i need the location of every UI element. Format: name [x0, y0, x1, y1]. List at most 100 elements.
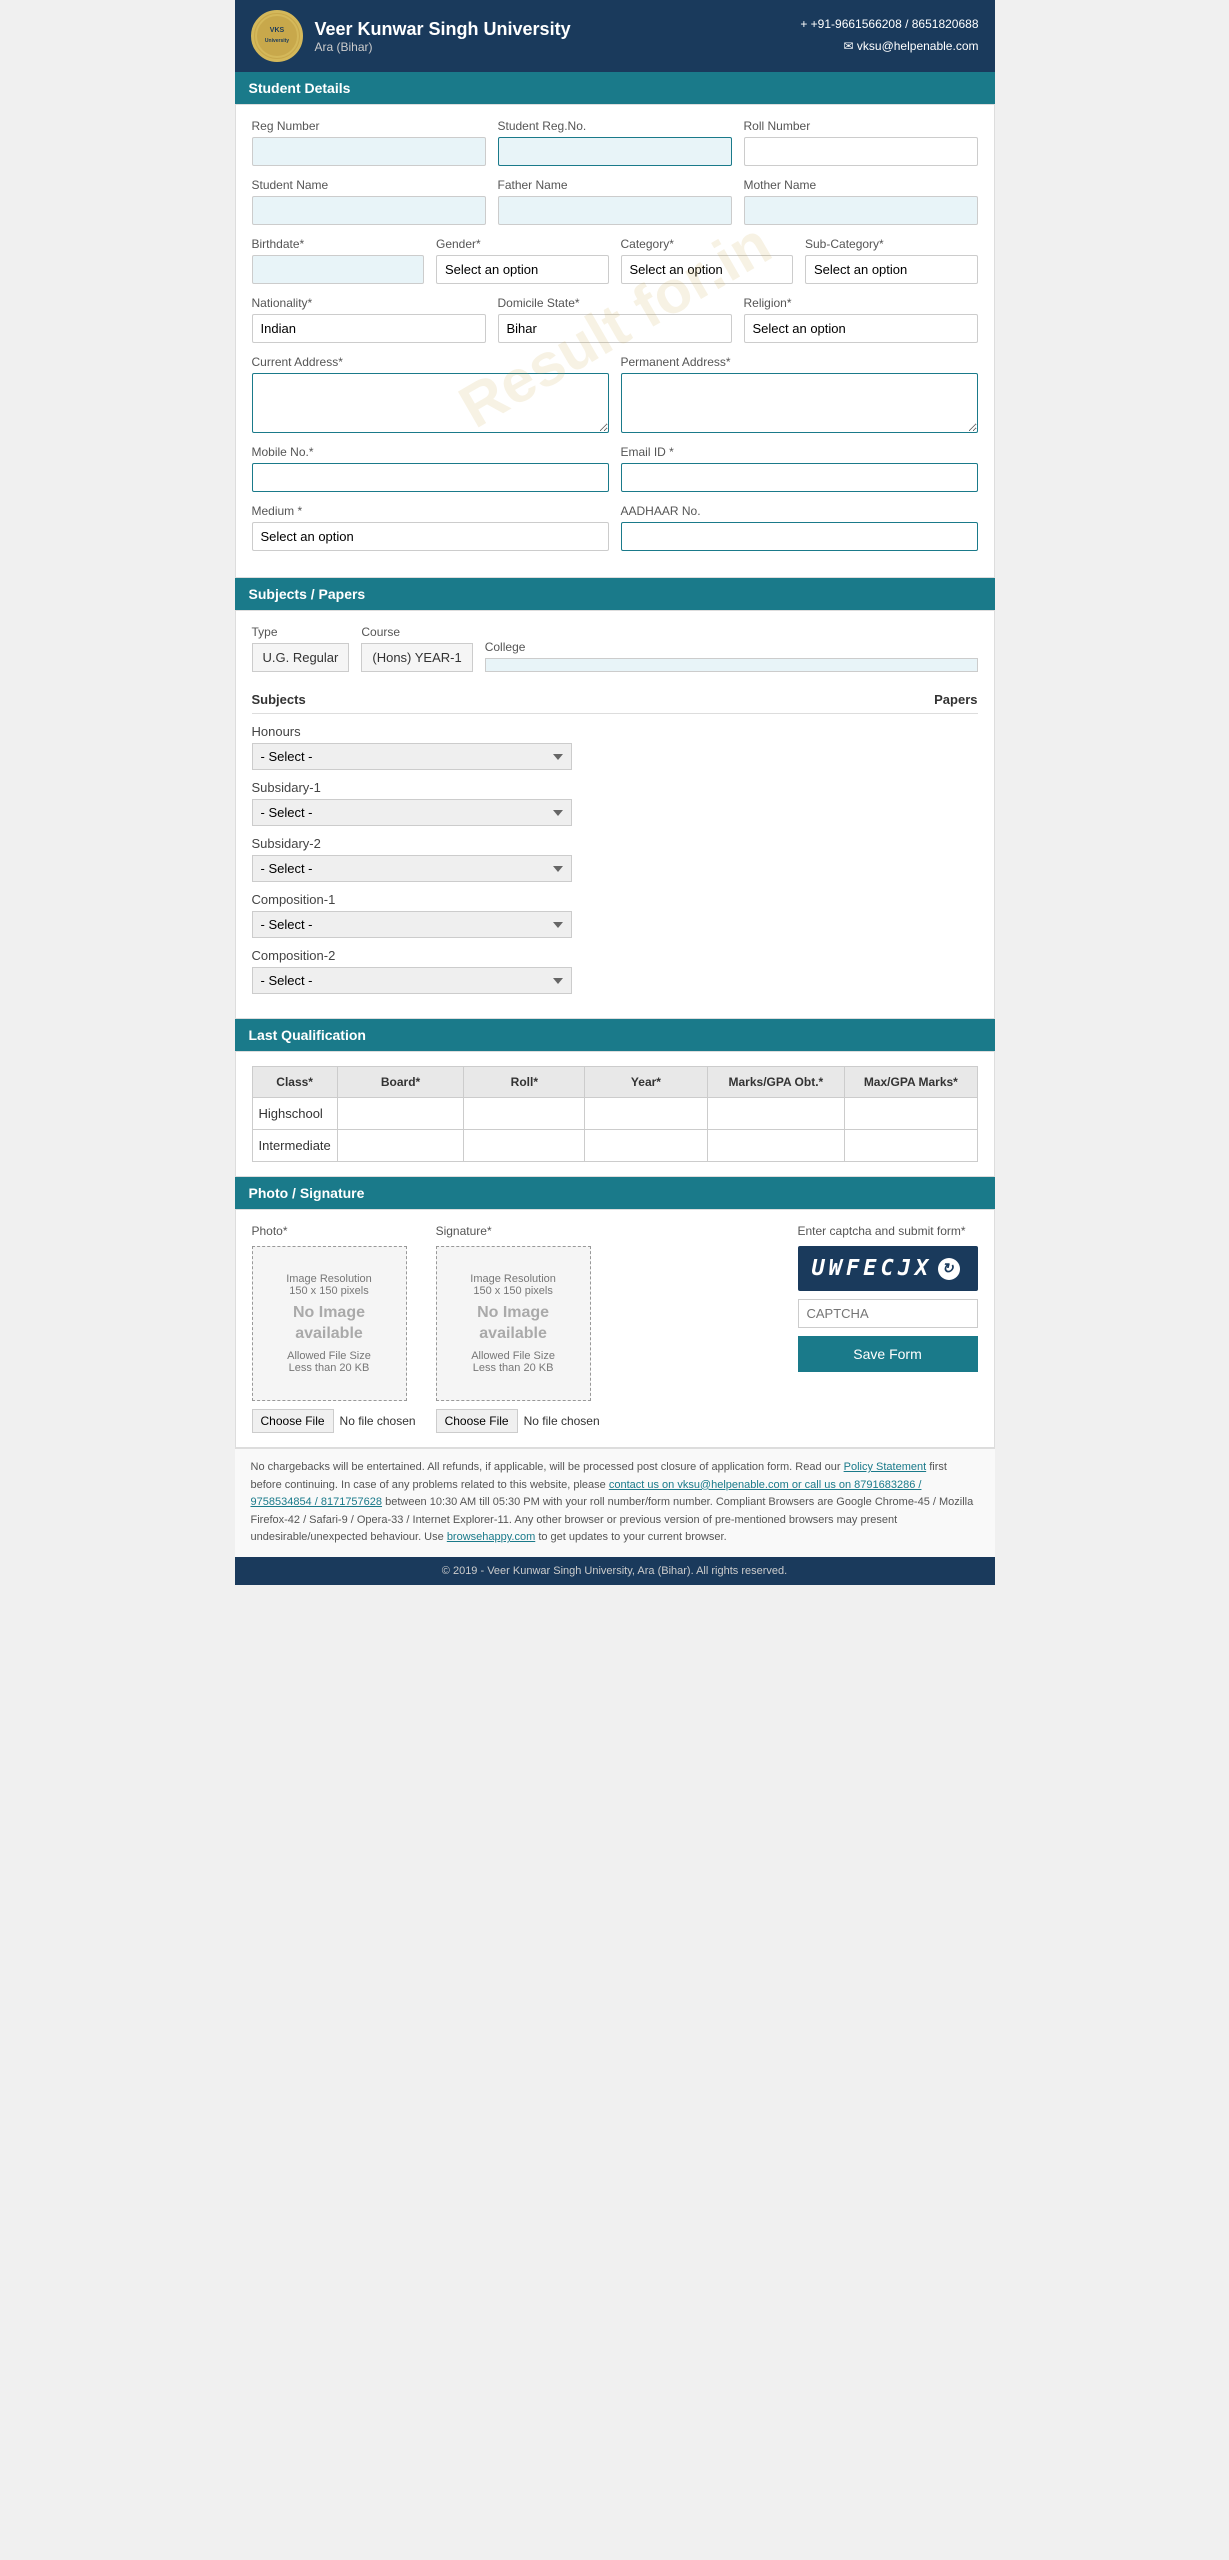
qualification-header: Last Qualification	[235, 1019, 995, 1051]
honours-select[interactable]: - Select -	[252, 743, 572, 770]
subcategory-select[interactable]: Select an option	[805, 255, 978, 284]
student-details-header: Student Details	[235, 72, 995, 104]
domicile-label: Domicile State*	[498, 296, 732, 310]
current-address-label: Current Address*	[252, 355, 609, 369]
university-logo: VKS University	[251, 10, 303, 62]
category-select[interactable]: Select an option General OBC SC ST	[621, 255, 794, 284]
reg-number-input[interactable]	[252, 137, 486, 166]
university-location: Ara (Bihar)	[315, 40, 571, 54]
highschool-max-marks[interactable]	[851, 1104, 970, 1123]
save-form-button[interactable]: Save Form	[798, 1336, 978, 1372]
medium-select[interactable]: Select an option Hindi English	[252, 522, 609, 551]
father-name-input[interactable]	[498, 196, 732, 225]
signature-no-file-text: No file chosen	[524, 1414, 600, 1428]
roll-number-input[interactable]	[744, 137, 978, 166]
photo-label: Photo*	[252, 1224, 416, 1238]
highschool-board[interactable]	[344, 1104, 458, 1123]
nationality-label: Nationality*	[252, 296, 486, 310]
permanent-address-input[interactable]	[621, 373, 978, 433]
email-input[interactable]	[621, 463, 978, 492]
footer-note: No chargebacks will be entertained. All …	[235, 1448, 995, 1557]
religion-select[interactable]: Select an option Hindu Muslim Christian …	[744, 314, 978, 343]
type-label: Type	[252, 625, 350, 639]
subjects-header: Subjects / Papers	[235, 578, 995, 610]
intermediate-marks[interactable]	[714, 1136, 839, 1155]
intermediate-roll[interactable]	[470, 1136, 578, 1155]
class-highschool: Highschool	[252, 1098, 337, 1130]
student-reg-input[interactable]	[498, 137, 732, 166]
subject-row-subsidary1: Subsidary-1 - Select -	[252, 780, 978, 826]
col-marks: Marks/GPA Obt.*	[707, 1067, 845, 1098]
qualification-table: Class* Board* Roll* Year* Marks/GPA Obt.…	[252, 1066, 978, 1162]
nationality-select[interactable]: Indian	[252, 314, 486, 343]
medium-label: Medium *	[252, 504, 609, 518]
svg-text:VKS: VKS	[269, 27, 284, 34]
composition1-select[interactable]: - Select -	[252, 911, 572, 938]
col-max-marks: Max/GPA Marks*	[845, 1067, 977, 1098]
university-info: Veer Kunwar Singh University Ara (Bihar)	[315, 19, 571, 54]
captcha-label: Enter captcha and submit form*	[798, 1224, 978, 1238]
policy-statement-link[interactable]: Policy Statement	[844, 1461, 927, 1473]
class-intermediate: Intermediate	[252, 1130, 337, 1162]
subsidary1-select[interactable]: - Select -	[252, 799, 572, 826]
highschool-marks[interactable]	[714, 1104, 839, 1123]
captcha-text: UWFECJX	[812, 1256, 933, 1281]
university-name: Veer Kunwar Singh University	[315, 19, 571, 40]
header-contact: + +91-9661566208 / 8651820688 ✉ vksu@hel…	[800, 14, 978, 57]
email-label: Email ID *	[621, 445, 978, 459]
permanent-address-label: Permanent Address*	[621, 355, 978, 369]
birthdate-label: Birthdate*	[252, 237, 425, 251]
subject-row-honours: Honours - Select -	[252, 724, 978, 770]
gender-label: Gender*	[436, 237, 609, 251]
highschool-roll[interactable]	[470, 1104, 578, 1123]
aadhaar-input[interactable]	[621, 522, 978, 551]
browsehappy-link[interactable]: browsehappy.com	[447, 1531, 535, 1543]
father-name-label: Father Name	[498, 178, 732, 192]
mother-name-label: Mother Name	[744, 178, 978, 192]
photo-no-file-text: No file chosen	[340, 1414, 416, 1428]
composition2-select[interactable]: - Select -	[252, 967, 572, 994]
col-year: Year*	[585, 1067, 707, 1098]
captcha-input[interactable]	[798, 1299, 978, 1328]
course-label: Course	[361, 625, 472, 639]
intermediate-year[interactable]	[591, 1136, 700, 1155]
college-value	[485, 658, 978, 672]
svg-text:University: University	[264, 38, 288, 44]
papers-col-header: Papers	[934, 692, 977, 707]
gender-select[interactable]: Select an option Male Female Other	[436, 255, 609, 284]
current-address-input[interactable]	[252, 373, 609, 433]
photo-signature-header: Photo / Signature	[235, 1177, 995, 1209]
mother-name-input[interactable]	[744, 196, 978, 225]
subject-row-subsidary2: Subsidary-2 - Select -	[252, 836, 978, 882]
subsidary2-select[interactable]: - Select -	[252, 855, 572, 882]
religion-label: Religion*	[744, 296, 978, 310]
student-name-input[interactable]	[252, 196, 486, 225]
table-row: Highschool	[252, 1098, 977, 1130]
reg-number-label: Reg Number	[252, 119, 486, 133]
email-address: ✉ vksu@helpenable.com	[800, 36, 978, 58]
aadhaar-label: AADHAAR No.	[621, 504, 978, 518]
subject-row-composition1: Composition-1 - Select -	[252, 892, 978, 938]
captcha-image: UWFECJX ↻	[798, 1246, 978, 1291]
photo-choose-file-button[interactable]: Choose File	[252, 1409, 334, 1433]
phone-number: + +91-9661566208 / 8651820688	[800, 14, 978, 36]
highschool-year[interactable]	[591, 1104, 700, 1123]
college-label: College	[485, 640, 978, 654]
roll-number-label: Roll Number	[744, 119, 978, 133]
category-label: Category*	[621, 237, 794, 251]
mobile-input[interactable]	[252, 463, 609, 492]
contact-link[interactable]: contact us on vksu@helpenable.com or cal…	[251, 1479, 922, 1509]
domicile-select[interactable]: Bihar	[498, 314, 732, 343]
intermediate-max-marks[interactable]	[851, 1136, 970, 1155]
footer-copyright: © 2019 - Veer Kunwar Singh University, A…	[235, 1557, 995, 1585]
signature-choose-file-button[interactable]: Choose File	[436, 1409, 518, 1433]
header-left: VKS University Veer Kunwar Singh Univers…	[251, 10, 571, 62]
student-name-label: Student Name	[252, 178, 486, 192]
col-roll: Roll*	[464, 1067, 585, 1098]
signature-box: Image Resolution 150 x 150 pixels No Ima…	[436, 1246, 591, 1401]
student-reg-label: Student Reg.No.	[498, 119, 732, 133]
birthdate-input[interactable]	[252, 255, 425, 284]
captcha-refresh-button[interactable]: ↻	[938, 1258, 960, 1280]
intermediate-board[interactable]	[344, 1136, 458, 1155]
photo-box: Image Resolution 150 x 150 pixels No Ima…	[252, 1246, 407, 1401]
